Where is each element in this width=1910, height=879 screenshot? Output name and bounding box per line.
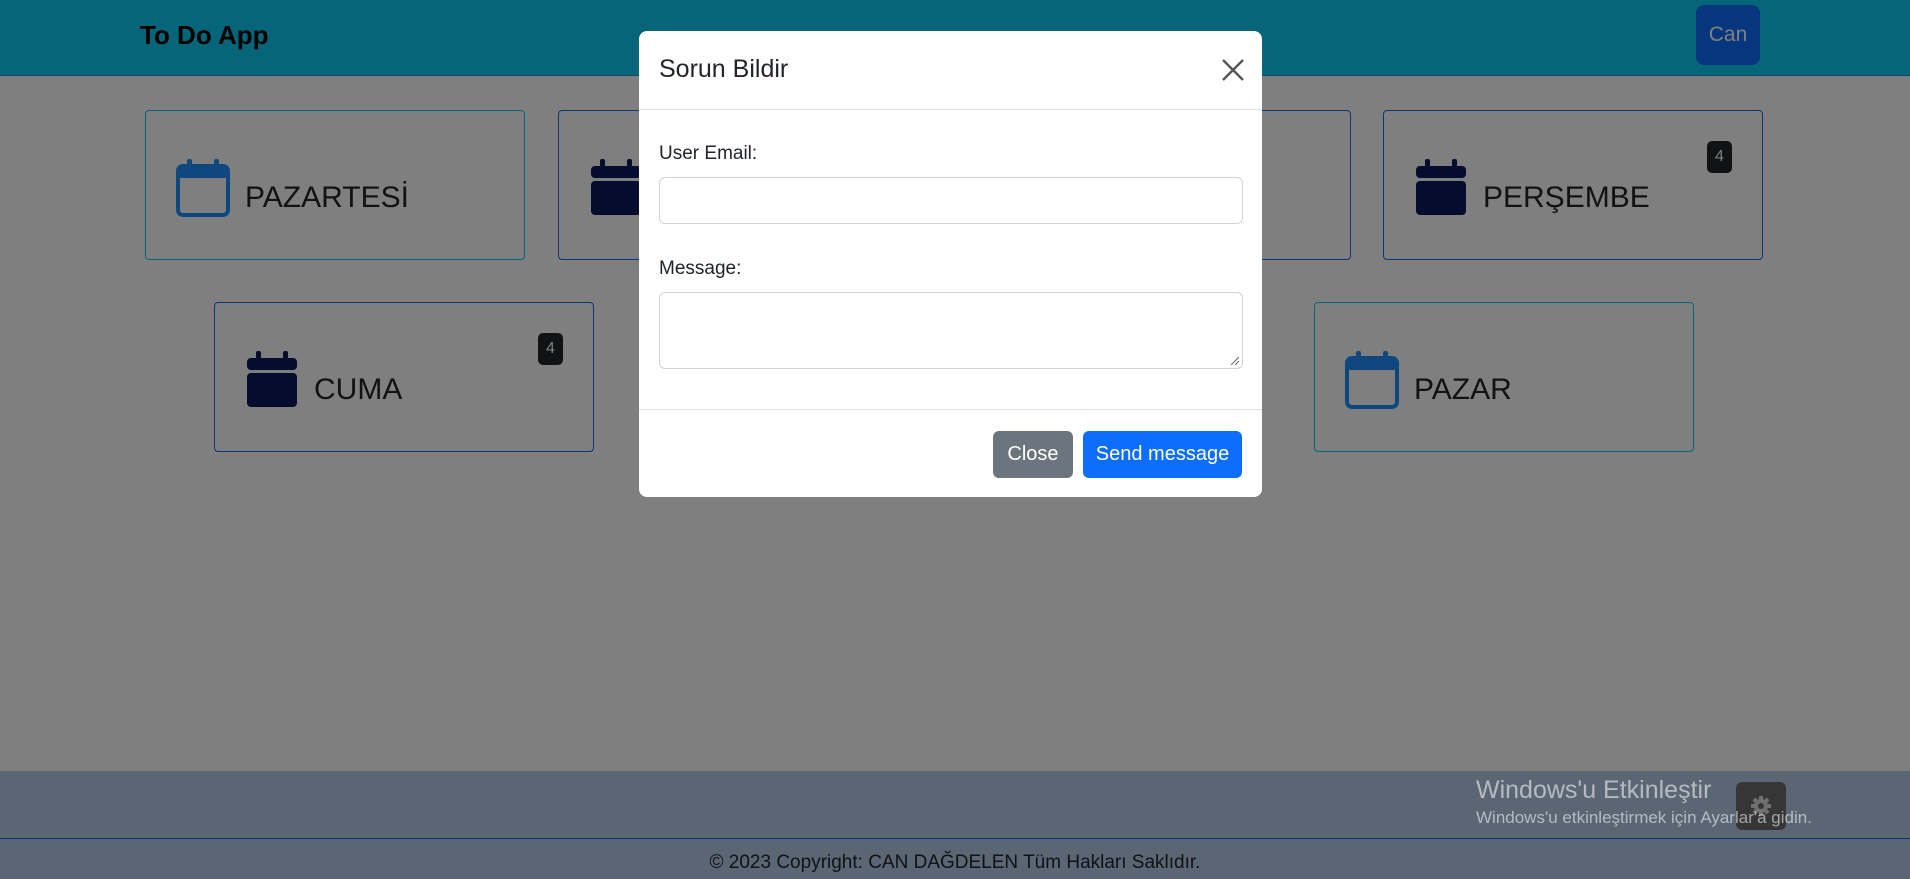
watermark-title: Windows'u Etkinleştir <box>1476 776 1712 804</box>
resize-grip-icon[interactable] <box>1229 355 1239 365</box>
close-button[interactable]: Close <box>993 431 1073 478</box>
message-label: Message: <box>659 258 742 279</box>
windows-activation-watermark: Windows'u Etkinleştir Windows'u etkinleş… <box>1476 774 1812 830</box>
modal-footer: Close Send message <box>639 409 1262 497</box>
report-issue-modal: Sorun Bildir User Email: Message: Close … <box>639 31 1262 497</box>
modal-header: Sorun Bildir <box>639 31 1262 110</box>
email-label: User Email: <box>659 143 758 164</box>
close-icon <box>1222 59 1244 81</box>
modal-title: Sorun Bildir <box>659 55 789 83</box>
watermark-subtitle: Windows'u etkinleştirmek için Ayarlar'a … <box>1476 808 1812 827</box>
message-textarea[interactable] <box>659 292 1243 369</box>
modal-close-button[interactable] <box>1220 57 1246 83</box>
email-field[interactable] <box>659 177 1243 224</box>
send-message-button[interactable]: Send message <box>1083 431 1242 478</box>
